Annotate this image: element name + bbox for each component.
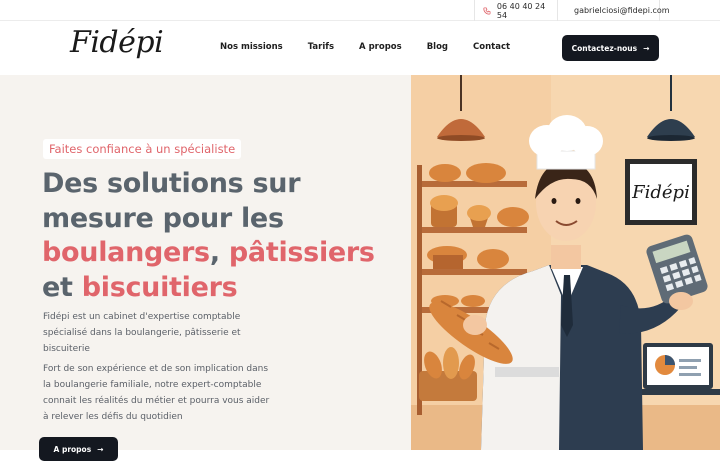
contact-button[interactable]: Contactez-nous → [562, 35, 659, 61]
nav-link-apropos[interactable]: A propos [359, 42, 402, 52]
hero-section: Faites confiance à un spécialiste Des so… [0, 75, 720, 461]
site-header: Fidépi Nos missions Tarifs A propos Blog… [0, 21, 720, 75]
headline-comma: , [209, 237, 229, 268]
hero-headline: Des solutions sur mesure pour les boulan… [42, 167, 402, 305]
nav-link-tarifs[interactable]: Tarifs [308, 42, 334, 52]
headline-accent-biscuitiers: biscuitiers [81, 271, 238, 303]
headline-line-2: mesure pour les [42, 202, 284, 234]
site-logo[interactable]: Fidépi [70, 25, 164, 60]
top-contact-bar: 06 40 40 24 54 gabrielciosi@fidepi.com [0, 0, 720, 21]
nav-link-contact[interactable]: Contact [473, 42, 510, 52]
email-address: gabrielciosi@fidepi.com [574, 6, 670, 15]
nav-link-blog[interactable]: Blog [427, 42, 448, 52]
sign-logo: Fidépi [631, 182, 690, 203]
phone-number: 06 40 40 24 54 [496, 1, 546, 20]
headline-conjunction: et [42, 271, 82, 303]
headline-accent-boulangers: boulangers [42, 237, 210, 268]
contact-button-label: Contactez-nous [571, 43, 638, 53]
nav-link-missions[interactable]: Nos missions [220, 42, 283, 52]
headline-line-1: Des solutions sur [42, 168, 301, 199]
arrow-right-icon: → [643, 43, 650, 53]
email-contact[interactable]: gabrielciosi@fidepi.com [558, 0, 670, 21]
phone-contact[interactable]: 06 40 40 24 54 [474, 0, 558, 21]
phone-icon [483, 6, 491, 15]
hero-text-panel: Faites confiance à un spécialiste Des so… [0, 75, 411, 461]
main-nav: Nos missions Tarifs A propos Blog Contac… [220, 42, 510, 52]
hero-illustration: Fidépi [411, 75, 720, 450]
about-button[interactable]: A propos → [39, 437, 118, 461]
baker-illustration: Fidépi [411, 75, 720, 450]
headline-accent-patissiers: pâtissiers [228, 237, 375, 268]
specialist-badge: Faites confiance à un spécialiste [43, 139, 242, 159]
hero-paragraph-2: Fort de son expérience et de son implica… [43, 364, 270, 422]
hero-paragraph-1: Fidépi est un cabinet d'expertise compta… [43, 312, 241, 354]
about-button-label: A propos [53, 444, 92, 454]
arrow-right-icon: → [97, 444, 104, 454]
